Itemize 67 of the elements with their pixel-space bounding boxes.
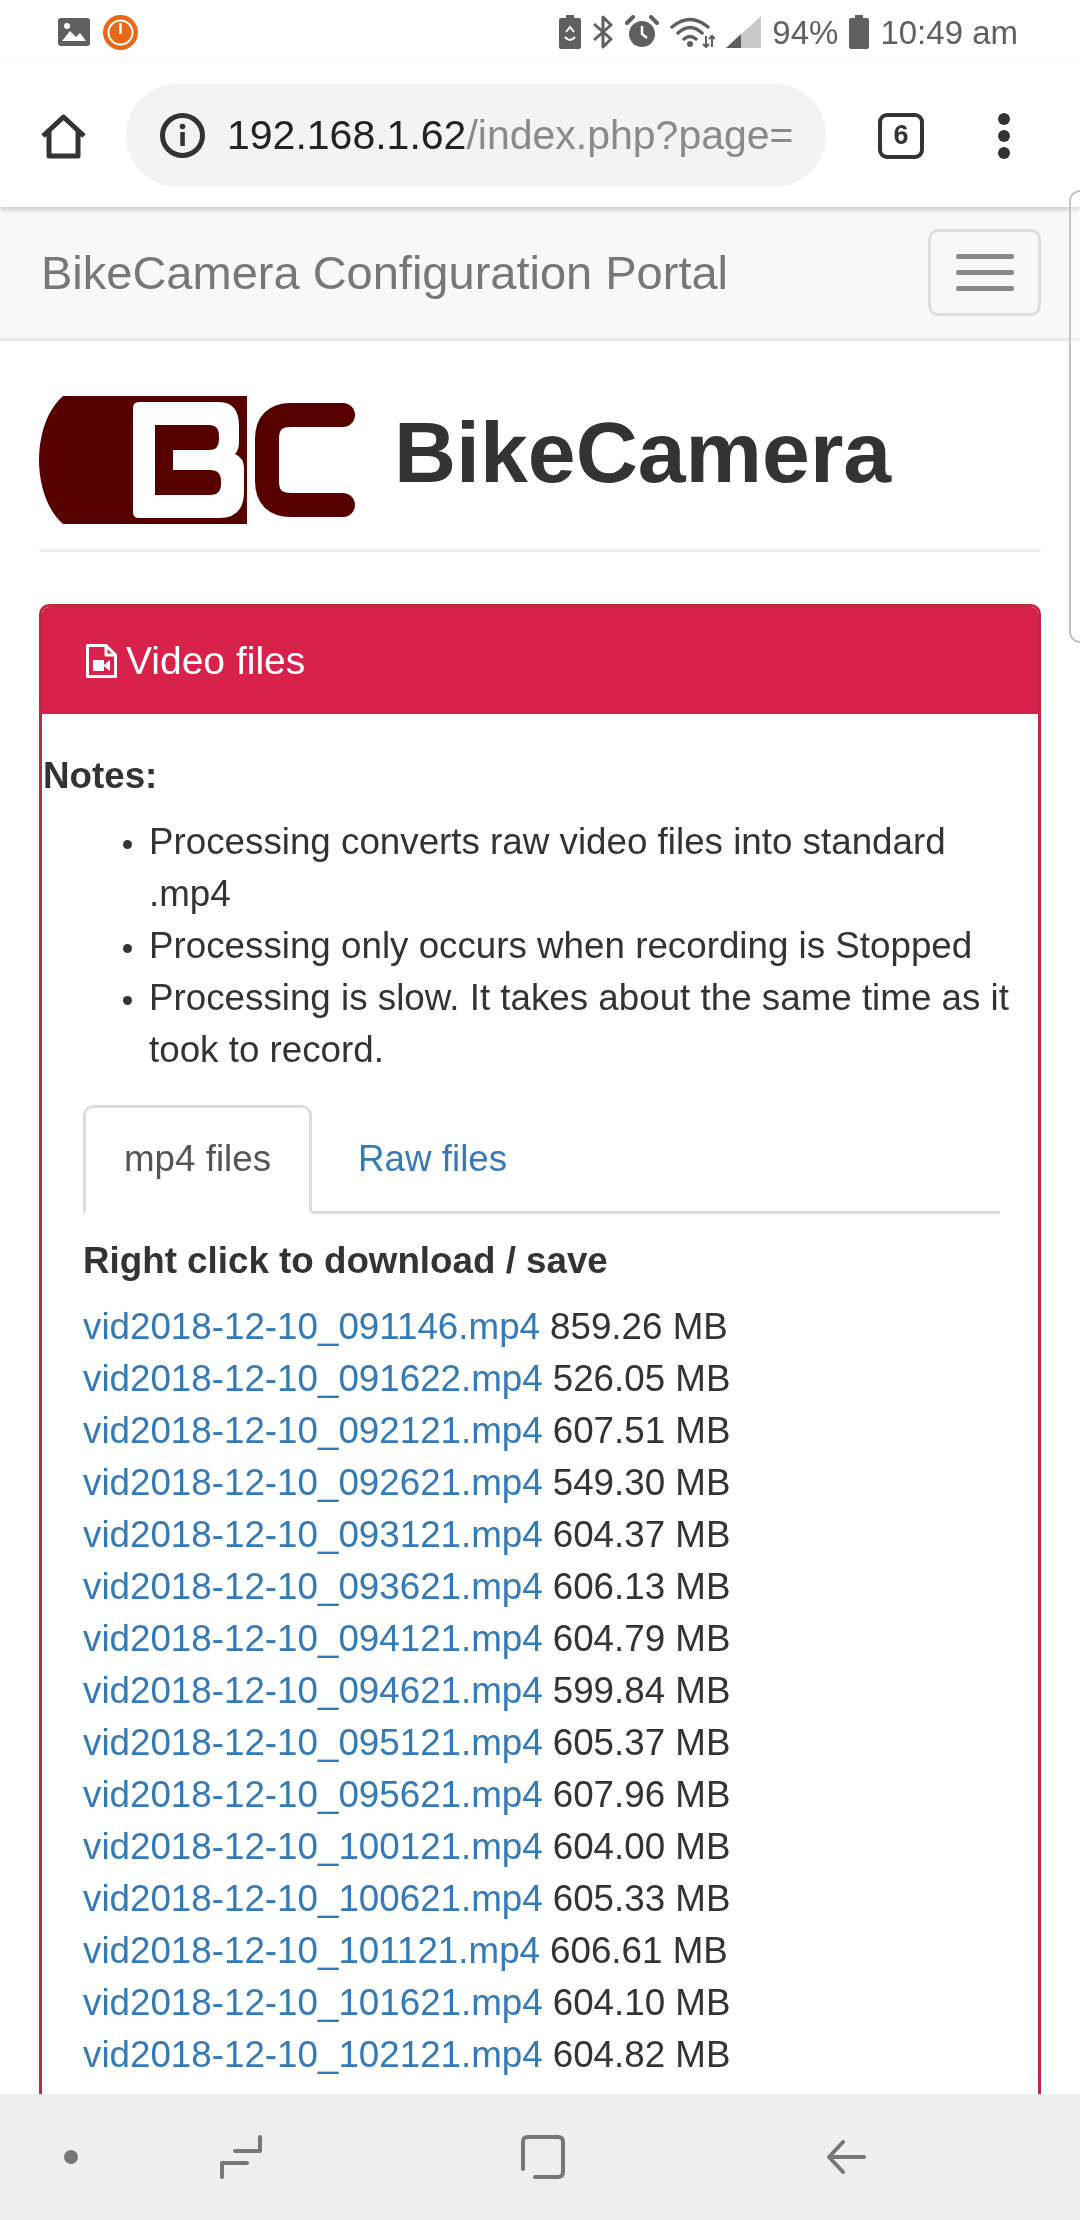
file-link[interactable]: vid2018-12-10_092621.mp4 [83,1457,543,1509]
bullet-icon [123,996,132,1005]
signal-icon [726,16,762,48]
notes-label: Notes: [43,754,159,798]
file-link[interactable]: vid2018-12-10_095621.mp4 [83,1769,543,1821]
bullet-icon [123,840,132,849]
file-size-text: 607.51 MB [552,1409,731,1453]
battery-saver-icon [559,15,582,49]
address-bar[interactable]: 192.168.1.62/index.php?page= [126,84,826,187]
file-size-text: 607.96 MB [552,1773,731,1817]
bluetooth-icon [592,15,615,49]
dial-icon [103,14,138,50]
file-size-text: 605.37 MB [552,1721,731,1765]
file-link[interactable]: vid2018-12-10_094621.mp4 [83,1665,543,1717]
file-link[interactable]: vid2018-12-10_102121.mp4 [83,2029,543,2081]
home-icon[interactable] [40,112,87,159]
page-title: BikeCamera [394,409,892,495]
file-size-text: 604.79 MB [552,1617,731,1661]
edge-panel-handle[interactable] [1069,190,1080,643]
note-text: Processing only occurs when recording is Stopped [149,924,973,968]
file-link[interactable]: vid2018-12-10_100121.mp4 [83,1821,543,1873]
panel-title: Video files [126,638,306,683]
tab[interactable]: Raw files [317,1105,549,1214]
file-size-text: 606.13 MB [552,1565,731,1609]
url-path-text: /index.php?page= [466,112,794,159]
file-size-text: 549.30 MB [552,1461,731,1505]
file-link[interactable]: vid2018-12-10_101121.mp4 [83,1925,540,1977]
note-text: Processing converts raw video files into standard .mp4 [149,820,947,916]
battery-percent-text: 94% [772,15,839,49]
file-size-text: 605.33 MB [552,1877,731,1921]
download-hint: Right click to download / save [83,1239,609,1283]
battery-icon [849,15,870,49]
menu-icon [955,254,1014,291]
file-size-text: 604.82 MB [552,2033,731,2077]
navbar-brand[interactable]: BikeCamera Configuration Portal [41,245,729,300]
file-link[interactable]: vid2018-12-10_100621.mp4 [83,1873,543,1925]
recents-icon[interactable] [220,2135,262,2179]
file-link[interactable]: vid2018-12-10_101621.mp4 [83,1977,543,2029]
file-size-text: 604.00 MB [552,1825,731,1869]
info-icon[interactable] [160,113,205,158]
file-link[interactable]: vid2018-12-10_093621.mp4 [83,1561,543,1613]
back-icon[interactable] [826,2137,866,2177]
bullet-icon [123,944,132,953]
file-size-text: 606.61 MB [550,1929,728,1973]
file-link[interactable]: vid2018-12-10_094121.mp4 [83,1613,543,1665]
clock-text: 10:49 am [880,15,1018,49]
more-icon[interactable] [998,112,1010,159]
file-size-text: 526.05 MB [552,1357,731,1401]
file-link[interactable]: vid2018-12-10_091146.mp4 [83,1301,540,1353]
video-file-icon [86,643,117,678]
file-size-text: 604.37 MB [552,1513,731,1557]
alarm-icon [625,15,660,49]
tab[interactable]: mp4 files [83,1105,313,1214]
file-link[interactable]: vid2018-12-10_095121.mp4 [83,1717,543,1769]
file-link[interactable]: vid2018-12-10_092121.mp4 [83,1405,543,1457]
url-host-text: 192.168.1.62 [227,112,467,159]
wifi-icon [670,16,716,48]
note-text: Processing is slow. It takes about the same time as it took to record. [149,976,1010,1072]
file-size-text: 859.26 MB [550,1305,728,1349]
file-size-text: 604.10 MB [552,1981,731,2025]
image-icon [58,18,90,46]
file-link[interactable]: vid2018-12-10_091622.mp4 [83,1353,543,1405]
tab-count-button[interactable]: 6 [878,112,924,159]
dot-icon[interactable] [64,2150,78,2164]
file-size-text: 599.84 MB [552,1669,731,1713]
file-link[interactable]: vid2018-12-10_093121.mp4 [83,1509,543,1561]
menu-button[interactable] [928,229,1041,316]
